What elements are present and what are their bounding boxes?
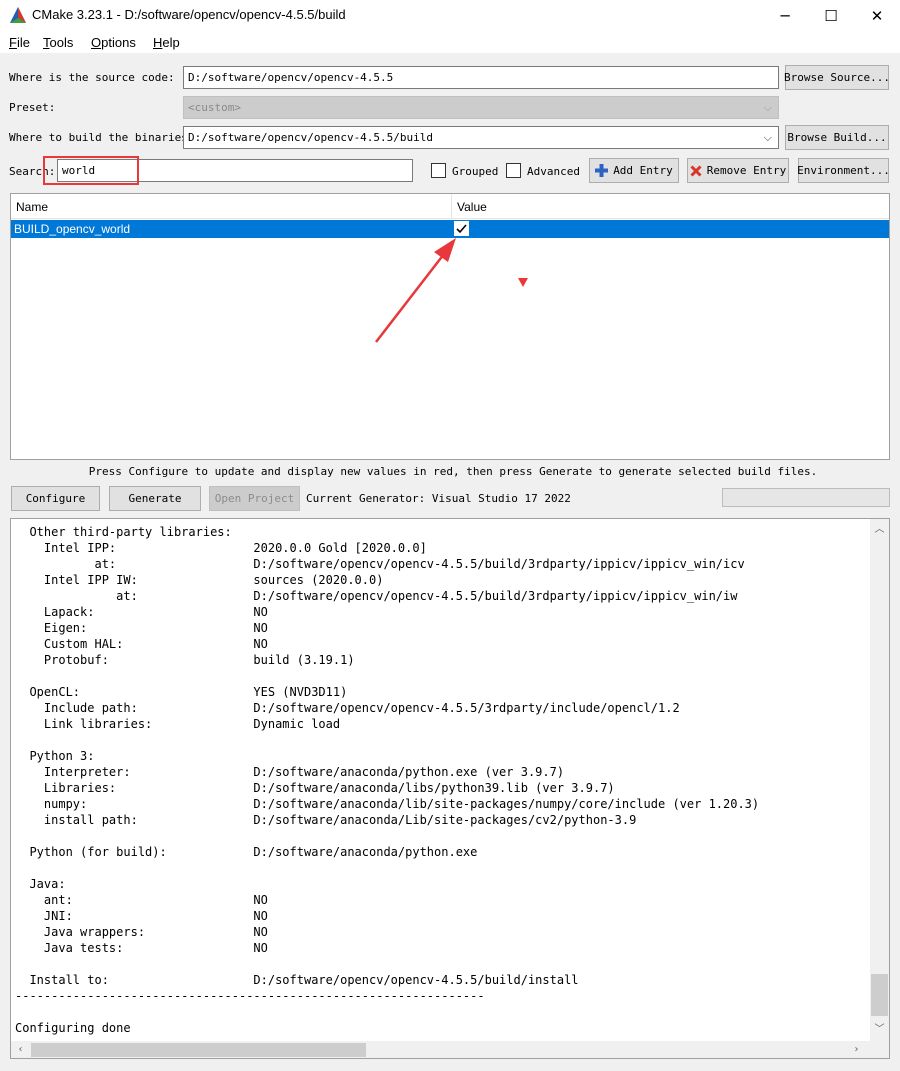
build-label: Where to build the binaries:	[9, 131, 195, 144]
output-log[interactable]: Other third-party libraries: Intel IPP: …	[10, 518, 890, 1059]
scroll-left-icon[interactable]: ‹	[11, 1041, 30, 1058]
preset-select: <custom> ⌵	[183, 96, 779, 119]
configure-label: Configure	[25, 492, 86, 505]
plus-icon	[595, 164, 609, 177]
preset-value: <custom>	[188, 101, 241, 114]
minimize-button[interactable]: ─	[762, 0, 808, 31]
build-path-value: D:/software/opencv/opencv-4.5.5/build	[188, 131, 434, 144]
environment-button[interactable]: Environment...	[797, 158, 890, 183]
menu-tools[interactable]: Tools	[43, 35, 73, 50]
browse-build-button[interactable]: Browse Build...	[785, 125, 889, 150]
column-header-name[interactable]: Name	[11, 194, 451, 219]
generate-button[interactable]: Generate	[109, 486, 201, 511]
menu-file[interactable]: File	[9, 35, 30, 50]
chevron-down-icon[interactable]: ⌵	[764, 131, 772, 145]
preset-label: Preset:	[9, 101, 56, 114]
maximize-button[interactable]: ☐	[808, 0, 854, 31]
status-message: Press Configure to update and display ne…	[88, 465, 818, 478]
window-title: CMake 3.23.1 - D:/software/opencv/opencv…	[32, 7, 346, 22]
x-icon	[690, 164, 702, 177]
current-generator-label: Current Generator: Visual Studio 17 2022	[306, 492, 571, 505]
horizontal-scroll-thumb[interactable]	[31, 1043, 366, 1057]
scroll-right-icon[interactable]: ›	[847, 1041, 866, 1058]
add-entry-label: Add Entry	[613, 164, 673, 177]
build-path-select[interactable]: D:/software/opencv/opencv-4.5.5/build ⌵	[183, 126, 779, 149]
open-project-label: Open Project	[214, 492, 295, 505]
vertical-scroll-thumb[interactable]	[871, 974, 888, 1016]
source-path-input[interactable]: D:/software/opencv/opencv-4.5.5	[183, 66, 779, 89]
browse-source-button[interactable]: Browse Source...	[784, 65, 890, 90]
menu-options[interactable]: Options	[91, 35, 136, 50]
menu-bar: File Tools Options Help	[0, 31, 900, 53]
annotation-marker	[518, 278, 528, 287]
title-bar: CMake 3.23.1 - D:/software/opencv/opencv…	[0, 0, 900, 31]
annotation-highlight-box	[43, 156, 139, 185]
scroll-down-icon[interactable]: ﹀	[870, 1019, 889, 1036]
source-label: Where is the source code:	[9, 71, 175, 84]
advanced-label: Advanced	[527, 165, 580, 178]
horizontal-scrollbar[interactable]: ‹ ›	[11, 1041, 889, 1058]
column-header-value[interactable]: Value	[452, 194, 889, 219]
output-text: Other third-party libraries: Intel IPP: …	[15, 525, 760, 1035]
row-name: BUILD_opencv_world	[14, 222, 131, 236]
grouped-label: Grouped	[452, 165, 499, 178]
add-entry-button[interactable]: Add Entry	[589, 158, 679, 183]
cmake-icon	[10, 7, 26, 23]
vertical-scrollbar[interactable]: ︿ ﹀	[870, 519, 889, 1041]
configure-button[interactable]: Configure	[11, 486, 100, 511]
close-button[interactable]: ✕	[854, 0, 900, 31]
scroll-up-icon[interactable]: ︿	[870, 519, 889, 536]
grouped-checkbox[interactable]	[431, 163, 446, 178]
remove-entry-label: Remove Entry	[706, 164, 787, 177]
annotation-arrow	[375, 238, 456, 343]
open-project-button: Open Project	[209, 486, 300, 511]
advanced-checkbox[interactable]	[506, 163, 521, 178]
menu-help[interactable]: Help	[153, 35, 180, 50]
chevron-down-icon: ⌵	[763, 101, 772, 114]
remove-entry-button[interactable]: Remove Entry	[687, 158, 789, 183]
progress-bar	[722, 488, 890, 507]
generate-label: Generate	[128, 492, 182, 505]
